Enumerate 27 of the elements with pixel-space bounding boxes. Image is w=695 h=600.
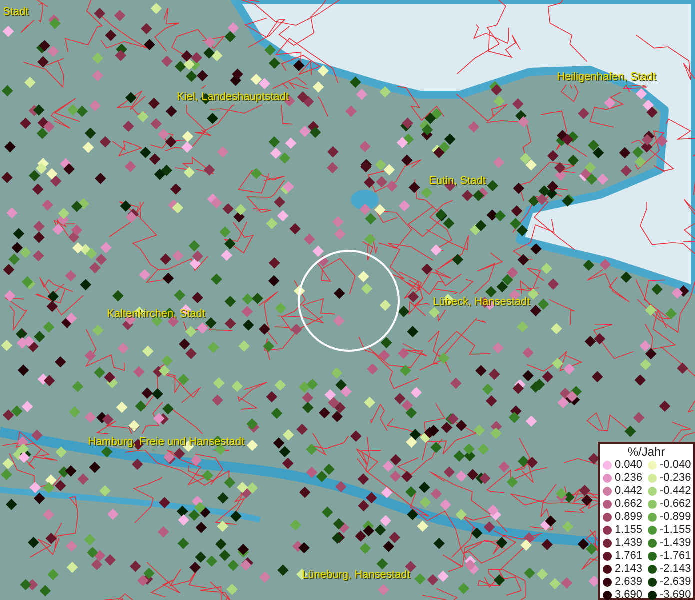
legend-value: -2.639 (660, 576, 692, 589)
city-label: Eutin, Stadt (429, 175, 486, 188)
legend-value: 2.143 (615, 563, 643, 576)
legend-value: 1.439 (615, 537, 643, 550)
legend-value: 0.662 (615, 498, 643, 511)
legend-value: -0.040 (660, 459, 692, 472)
legend-value: 3.690 (615, 589, 643, 600)
selection-circle[interactable] (297, 249, 401, 353)
legend-value: 2.639 (615, 576, 643, 589)
legend-value: 0.899 (615, 511, 643, 524)
legend-value: -0.662 (660, 498, 692, 511)
legend-value: -0.236 (660, 472, 692, 485)
legend-value: -0.442 (660, 485, 692, 498)
legend-title: %/Jahr (626, 445, 666, 459)
legend-value: -3.690 (660, 589, 692, 600)
legend-value: 0.442 (615, 485, 643, 498)
legend-value: -2.143 (660, 563, 692, 576)
legend-value: 1.155 (615, 524, 643, 537)
legend-value: 0.236 (615, 472, 643, 485)
legend-value: -0.899 (660, 511, 692, 524)
city-label: Lüneburg, Hansestadt (302, 569, 410, 582)
legend-value: -1.439 (660, 537, 692, 550)
legend-value: -1.761 (660, 550, 692, 563)
legend-value: -1.155 (660, 524, 692, 537)
legend-value: 0.040 (615, 459, 643, 472)
city-label: Stadt (3, 6, 29, 19)
legend-value: 1.761 (615, 550, 643, 563)
